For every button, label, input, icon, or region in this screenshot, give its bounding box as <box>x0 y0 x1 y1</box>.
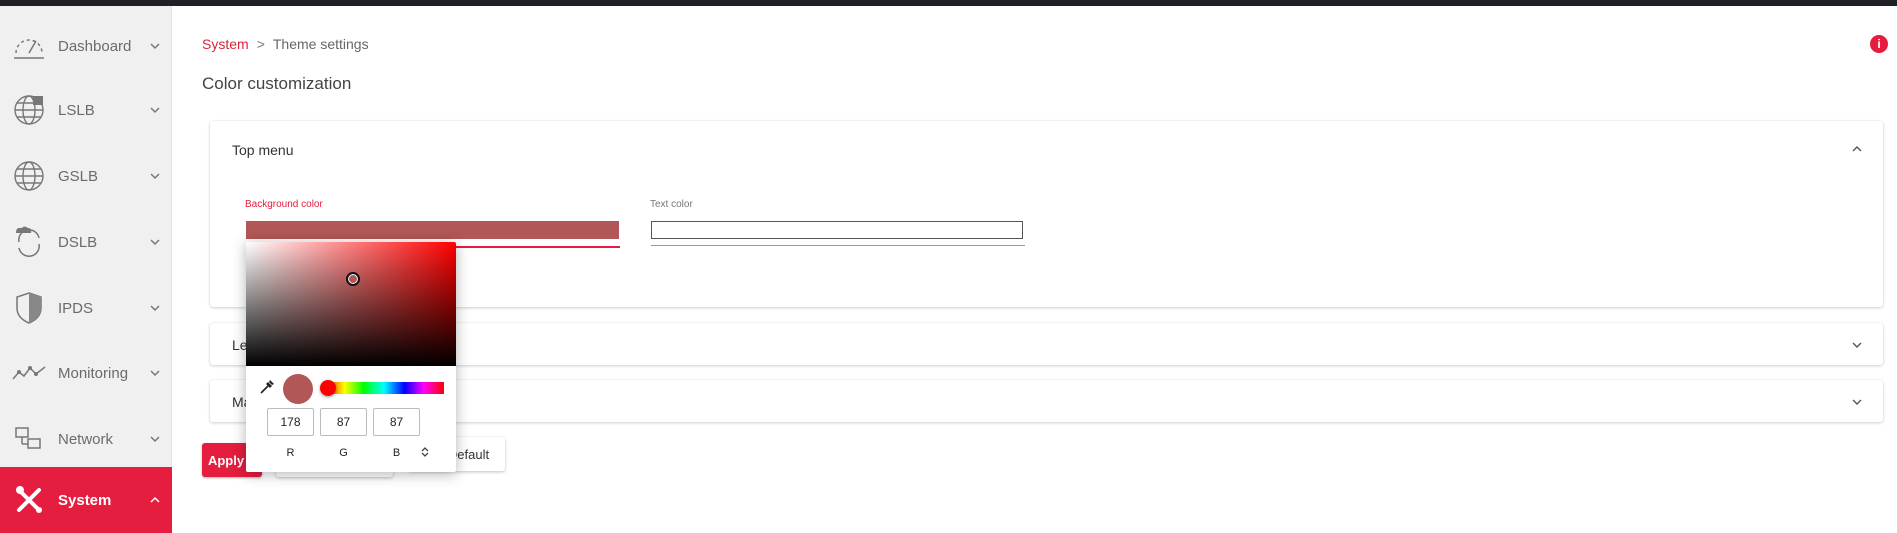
panel-title[interactable]: Top menu <box>232 142 293 158</box>
hue-handle[interactable] <box>320 380 336 396</box>
saturation-handle[interactable] <box>346 272 360 286</box>
eyedropper-icon[interactable] <box>259 379 275 395</box>
sidebar-item-label: Network <box>58 430 114 448</box>
color-mode-toggle-icon[interactable] <box>420 446 430 458</box>
green-input[interactable] <box>320 408 367 436</box>
breadcrumb-current: Theme settings <box>272 36 369 52</box>
system-tools-icon <box>12 483 46 517</box>
chevron-down-icon[interactable] <box>1851 339 1863 351</box>
chevron-down-icon <box>150 436 160 443</box>
color-preview <box>283 374 313 404</box>
chevron-up-icon <box>150 496 160 503</box>
sidebar-item-system[interactable]: System <box>0 467 172 533</box>
sidebar-item-dashboard[interactable]: Dashboard <box>0 14 172 78</box>
sidebar-item-monitoring[interactable]: Monitoring <box>0 341 172 405</box>
sidebar-item-label: IPDS <box>58 299 94 317</box>
breadcrumb-separator: > <box>256 36 265 52</box>
breadcrumb-system-link[interactable]: System <box>202 36 249 52</box>
chevron-down-icon <box>150 370 160 377</box>
breadcrumb: System > Theme settings <box>202 36 369 52</box>
top-menu-panel: Top menu Background color Text color <box>210 121 1883 307</box>
sidebar-item-label: Monitoring <box>58 364 129 382</box>
top-bar <box>0 0 1897 6</box>
chevron-down-icon[interactable] <box>1851 396 1863 408</box>
sidebar-item-network[interactable]: Network <box>0 407 172 471</box>
chevron-up-icon[interactable] <box>1851 143 1863 155</box>
chevron-down-icon <box>150 239 160 246</box>
red-input[interactable] <box>267 408 314 436</box>
text-color-underline <box>651 245 1025 246</box>
page-title: Color customization <box>202 74 352 93</box>
sidebar-item-gslb[interactable]: GSLB <box>0 144 172 208</box>
hue-slider[interactable] <box>324 382 444 394</box>
dashboard-gauge-icon <box>12 29 46 63</box>
chevron-down-icon <box>150 305 160 312</box>
chevron-down-icon <box>150 107 160 114</box>
sidebar-item-lslb[interactable]: LSLB <box>0 78 172 142</box>
monitoring-pulse-icon <box>12 356 46 390</box>
apply-label: Apply <box>207 452 245 468</box>
dslb-cloud-sync-icon <box>12 225 46 259</box>
info-icon[interactable]: i <box>1870 35 1888 53</box>
blue-input[interactable] <box>373 408 420 436</box>
collapsed-panel-3[interactable]: Ma <box>210 380 1883 422</box>
network-monitors-icon <box>12 422 46 456</box>
saturation-area[interactable] <box>246 242 456 366</box>
text-color-label: Text color <box>650 199 693 210</box>
color-picker-popup: R G B <box>246 242 456 472</box>
background-color-field[interactable] <box>246 221 619 239</box>
text-color-field[interactable] <box>651 221 1023 239</box>
chevron-down-icon <box>150 173 160 180</box>
sidebar-item-dslb[interactable]: DSLB <box>0 210 172 274</box>
sidebar-item-label: LSLB <box>58 101 95 119</box>
gslb-globe-icon <box>12 159 46 193</box>
sidebar-item-label: DSLB <box>58 233 98 251</box>
collapsed-panel-2[interactable]: Le <box>210 323 1883 365</box>
chevron-down-icon <box>150 43 160 50</box>
sidebar-item-label: Dashboard <box>58 37 132 55</box>
sidebar-item-label: GSLB <box>58 167 99 185</box>
green-label: G <box>339 447 348 459</box>
red-label: R <box>286 447 295 459</box>
background-color-label: Background color <box>245 199 323 210</box>
sidebar: Dashboard LSLB GSLB DSLB IPDS Monitoring… <box>0 6 172 533</box>
lslb-globe-icon <box>12 93 46 127</box>
ipds-shield-icon <box>12 291 46 325</box>
blue-label: B <box>392 447 401 459</box>
sidebar-item-label: System <box>58 491 112 509</box>
sidebar-item-ipds[interactable]: IPDS <box>0 276 172 340</box>
